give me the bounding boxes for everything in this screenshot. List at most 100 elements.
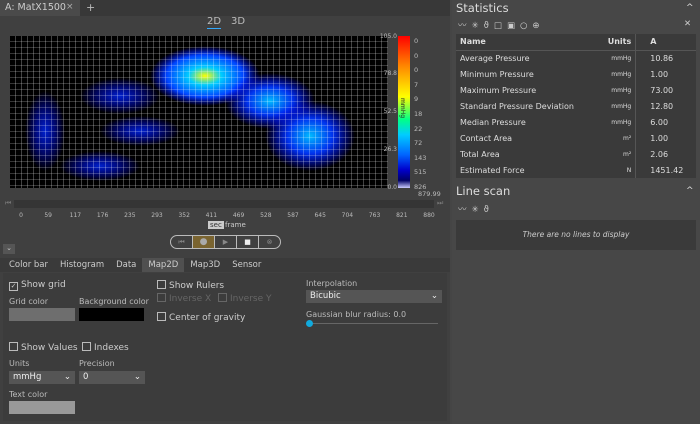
colorbar-label: 0.0 xyxy=(387,184,397,191)
inverse-y-checkbox[interactable]: Inverse Y xyxy=(218,293,272,304)
timeline-tick: 704 xyxy=(341,212,354,219)
text-color-swatch[interactable] xyxy=(9,401,75,414)
chevron-down-icon: ⌄ xyxy=(133,372,141,382)
col-a: A xyxy=(635,34,696,51)
stat-name: Minimum Pressure xyxy=(460,69,534,79)
ellipse-icon[interactable]: ○ xyxy=(520,21,532,31)
stat-value: 73.00 xyxy=(635,82,696,98)
colorbar-total: 879.99 xyxy=(418,190,441,198)
value: 0 xyxy=(83,372,89,382)
cross-line-icon[interactable]: ✳ xyxy=(472,21,484,31)
colorbar-count: 515 xyxy=(414,168,427,177)
chevron-down-icon: ⌄ xyxy=(63,372,71,382)
inverse-x-checkbox[interactable]: Inverse X xyxy=(157,293,211,304)
timeline-tick: 117 xyxy=(69,212,82,219)
tab-histogram[interactable]: Histogram xyxy=(54,258,110,272)
colorbar-unit: mmHg xyxy=(399,98,406,119)
precision-label: Precision xyxy=(79,359,115,368)
playback-controls: ⏮ ● ▶ ■ ⊗ xyxy=(170,235,281,249)
units-select[interactable]: mmHg ⌄ xyxy=(9,371,75,384)
stat-units: m² xyxy=(622,150,632,158)
timeline-tick: 59 xyxy=(44,212,53,219)
stat-units: N xyxy=(626,166,632,174)
pressure-map[interactable] xyxy=(10,36,388,188)
crosshair-circle-icon[interactable]: ⊕ xyxy=(532,21,544,31)
stat-units: m² xyxy=(622,134,632,142)
skip-end-icon[interactable]: ⏭ xyxy=(437,199,443,208)
show-rulers-checkbox[interactable]: Show Rulers xyxy=(157,280,224,291)
view-2d-tab[interactable]: 2D xyxy=(207,16,222,29)
line-scan-toolbar: 〰✳ϑ xyxy=(458,203,494,215)
freehand-icon[interactable]: ϑ xyxy=(484,21,494,31)
timeline-tick: 235 xyxy=(124,212,136,219)
text-color-label: Text color xyxy=(9,390,48,399)
tab-title: A: MatX1500 xyxy=(5,2,66,13)
add-tab-button[interactable]: + xyxy=(86,1,95,14)
tab-sensor[interactable]: Sensor xyxy=(226,258,267,272)
collapse-line-scan-icon[interactable]: ^ xyxy=(686,186,694,196)
tab-color-bar[interactable]: Color bar xyxy=(3,258,54,272)
grid-color-swatch[interactable] xyxy=(9,308,75,321)
table-row: Estimated Force N 1451.42 xyxy=(456,162,696,178)
line-tool-icon[interactable]: 〰 xyxy=(458,205,472,215)
check-icon: ✓ xyxy=(9,282,18,291)
colorbar-count: 22 xyxy=(414,124,423,133)
frame-toggle[interactable]: frame xyxy=(225,221,246,229)
stat-name: Maximum Pressure xyxy=(460,85,537,95)
skip-start-icon[interactable]: ⏮ xyxy=(5,199,11,208)
framed-rectangle-icon[interactable]: ▣ xyxy=(507,21,520,31)
table-row: Total Area m² 2.06 xyxy=(456,146,696,162)
value: Bicubic xyxy=(310,291,341,301)
stat-value: 10.86 xyxy=(635,50,696,66)
rewind-button[interactable]: ⏮ xyxy=(171,236,193,248)
sec-toggle[interactable]: sec xyxy=(208,221,224,229)
statistics-toolbar: 〰✳ϑ□▣○⊕ xyxy=(458,19,545,31)
tab-map3d[interactable]: Map3D xyxy=(184,258,226,272)
tab-map2d[interactable]: Map2D xyxy=(142,258,185,272)
colorbar-count: 9 xyxy=(414,95,419,104)
close-tab-icon[interactable]: × xyxy=(66,2,74,12)
label: Show grid xyxy=(21,280,66,290)
blur-slider[interactable] xyxy=(309,323,438,324)
freehand-icon[interactable]: ϑ xyxy=(484,205,494,215)
stat-value: 1451.42 xyxy=(635,162,696,178)
collapse-button[interactable]: ⌄ xyxy=(3,244,15,254)
label: Inverse Y xyxy=(230,294,272,304)
label: Center of gravity xyxy=(169,313,246,323)
label: Indexes xyxy=(94,343,129,353)
timeline-slider[interactable] xyxy=(14,200,434,208)
colorbar-label: 52.5 xyxy=(383,108,397,115)
colorbar-count: 0 xyxy=(414,66,419,75)
background-color-swatch[interactable] xyxy=(79,308,144,321)
indexes-checkbox[interactable]: Indexes xyxy=(82,342,129,353)
timeline-tick: 176 xyxy=(96,212,109,219)
stat-name: Average Pressure xyxy=(460,53,530,63)
cancel-button[interactable]: ⊗ xyxy=(259,236,280,248)
tab-data[interactable]: Data xyxy=(110,258,142,272)
view-3d-tab[interactable]: 3D xyxy=(231,16,245,27)
settings-tabs: Color bar Histogram Data Map2D Map3D Sen… xyxy=(0,258,450,272)
line-tool-icon[interactable]: 〰 xyxy=(458,21,472,31)
stat-name: Median Pressure xyxy=(460,117,526,127)
show-grid-checkbox[interactable]: ✓ Show grid xyxy=(9,280,66,291)
timeline-tick: 821 xyxy=(396,212,408,219)
show-values-checkbox[interactable]: Show Values xyxy=(9,342,78,353)
label: Show Rulers xyxy=(169,281,225,291)
line-scan-title: Line scan xyxy=(456,184,511,198)
value: mmHg xyxy=(13,372,42,382)
clear-tools-icon[interactable]: ✕ xyxy=(684,19,696,29)
rectangle-icon[interactable]: □ xyxy=(494,21,507,31)
stop-button[interactable]: ■ xyxy=(237,236,259,248)
play-button[interactable]: ▶ xyxy=(215,236,237,248)
precision-select[interactable]: 0 ⌄ xyxy=(79,371,145,384)
blur-slider-handle[interactable] xyxy=(306,320,313,327)
record-button[interactable]: ● xyxy=(193,236,215,248)
center-of-gravity-checkbox[interactable]: Center of gravity xyxy=(157,312,245,323)
timeline-tick: 469 xyxy=(232,212,245,219)
table-row: Standard Pressure Deviation mmHg 12.80 xyxy=(456,98,696,114)
cross-line-icon[interactable]: ✳ xyxy=(472,205,484,215)
stat-units: mmHg xyxy=(611,70,632,78)
stat-name: Total Area xyxy=(460,149,500,159)
collapse-statistics-icon[interactable]: ^ xyxy=(686,3,694,13)
interpolation-select[interactable]: Bicubic ⌄ xyxy=(306,290,442,303)
